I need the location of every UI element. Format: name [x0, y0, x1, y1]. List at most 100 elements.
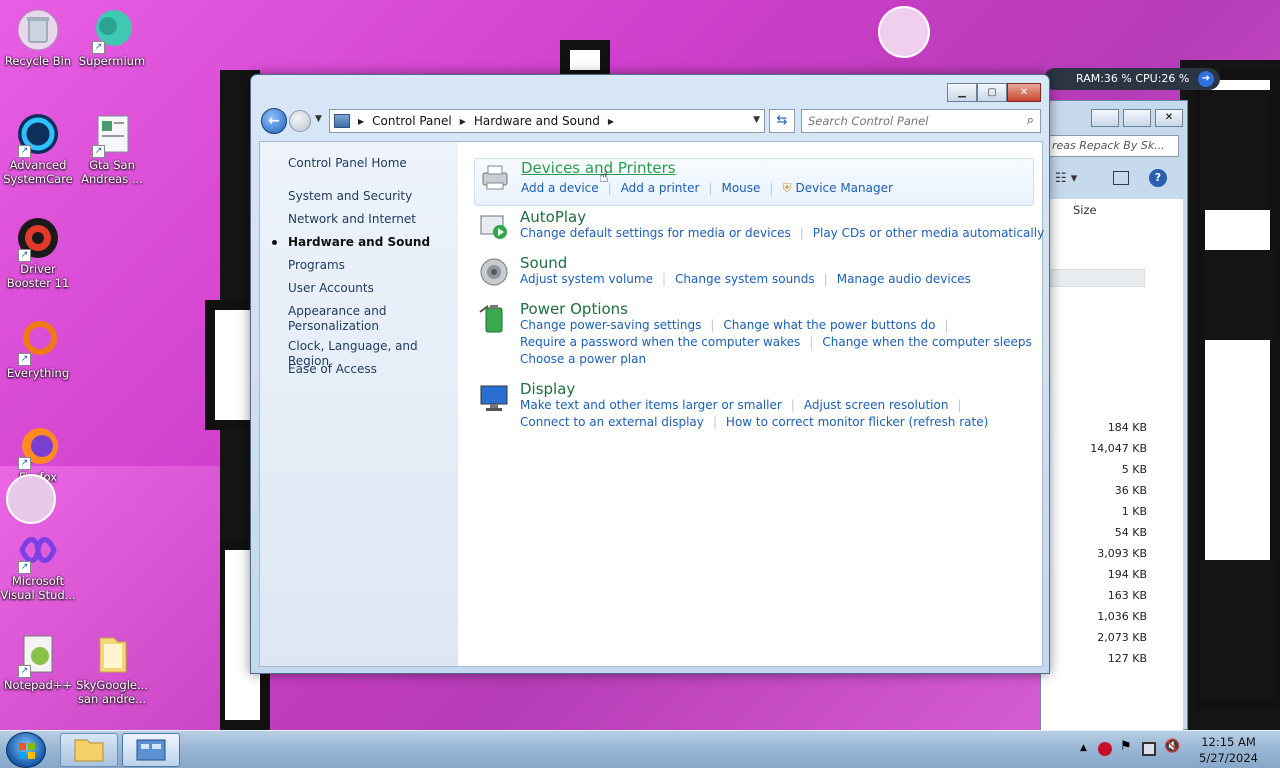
link-divider: |: [957, 398, 962, 412]
desktop-icon-everything[interactable]: ↗ Everything: [0, 320, 76, 380]
category-title[interactable]: AutoPlay: [520, 208, 586, 226]
link-add-a-printer[interactable]: Add a printer: [621, 181, 700, 196]
network-icon[interactable]: [1142, 742, 1156, 756]
breadcrumb-control-panel[interactable]: Control Panel: [372, 114, 452, 128]
link-connect-external-display[interactable]: Connect to an external display: [520, 415, 704, 429]
sidebar-item-network-and-internet[interactable]: Network and Internet: [288, 212, 453, 227]
link-change-default-settings[interactable]: Change default settings for media or dev…: [520, 226, 791, 240]
link-choose-power-plan[interactable]: Choose a power plan: [520, 352, 646, 366]
background-explorer-window[interactable]: ✕ reas Repack By Sk... ☷ ▾ ? Size 184 KB…: [1040, 100, 1188, 731]
category-power-options[interactable]: Power Options Change power-saving settin…: [474, 300, 1045, 374]
chevron-right-icon[interactable]: ▶: [460, 117, 466, 126]
file-size-cell: 194 KB: [1107, 568, 1147, 581]
address-dropdown[interactable]: ▼: [753, 115, 760, 125]
chevron-right-icon[interactable]: ▶: [608, 117, 614, 126]
antivirus-icon[interactable]: [1098, 742, 1112, 756]
search-icon[interactable]: ⌕: [1027, 113, 1034, 128]
desktop-icon-label: Recycle Bin: [4, 54, 72, 68]
address-bar[interactable]: ▶ Control Panel ▶ Hardware and Sound ▶ ▼: [329, 109, 765, 133]
link-add-a-device[interactable]: Add a device: [521, 181, 599, 196]
monitor-icon: [478, 382, 510, 414]
link-manage-audio-devices[interactable]: Manage audio devices: [837, 272, 971, 286]
sidebar-item-programs[interactable]: Programs: [288, 258, 453, 273]
maximize-button[interactable]: [1123, 109, 1151, 127]
control-panel-window[interactable]: ▁ ▢ ✕ ← ▼ ▶ Control Panel ▶ Hardware and…: [250, 74, 1050, 674]
sidebar-item-user-accounts[interactable]: User Accounts: [288, 281, 453, 296]
close-button[interactable]: ✕: [1007, 83, 1041, 102]
link-divider: |: [944, 318, 949, 332]
category-list: Devices and Printers Add a device | Add …: [458, 142, 1045, 666]
volume-muted-icon[interactable]: 🔇: [1164, 739, 1180, 754]
preview-pane-icon[interactable]: [1113, 171, 1129, 185]
sidebar-item-hardware-and-sound[interactable]: Hardware and Sound: [288, 235, 453, 250]
column-header-size[interactable]: Size: [1073, 203, 1097, 217]
sidebar-item-appearance[interactable]: Appearance and Personalization: [288, 304, 408, 334]
link-make-text-larger[interactable]: Make text and other items larger or smal…: [520, 398, 782, 412]
search-box[interactable]: ⌕: [801, 109, 1041, 133]
speaker-icon: [478, 256, 510, 288]
sidebar-item-ease-of-access[interactable]: Ease of Access: [288, 362, 453, 377]
arrow-right-icon[interactable]: ➔: [1198, 71, 1214, 87]
desktop-icon-driver-booster[interactable]: ↗ Driver Booster 11: [0, 216, 76, 290]
system-monitor-widget[interactable]: RAM:36 % CPU:26 % ➔: [1044, 68, 1220, 90]
link-change-when-computer-sleeps[interactable]: Change when the computer sleeps: [822, 335, 1031, 349]
link-monitor-flicker[interactable]: How to correct monitor flicker (refresh …: [726, 415, 988, 429]
back-button[interactable]: ←: [261, 108, 287, 134]
view-options-icon[interactable]: ☷ ▾: [1055, 171, 1077, 186]
link-device-manager[interactable]: Device Manager: [795, 181, 892, 196]
action-center-flag-icon[interactable]: ⚑: [1120, 739, 1134, 754]
link-change-power-buttons[interactable]: Change what the power buttons do: [723, 318, 935, 332]
category-title[interactable]: Sound: [520, 254, 567, 272]
system-tray: ▲ ⚑ 🔇 12:15 AM 5/27/2024: [1070, 731, 1280, 768]
category-links: Connect to an external display | How to …: [520, 415, 988, 429]
shortcut-arrow-icon: ↗: [18, 665, 31, 678]
window-controls: ✕: [1091, 109, 1183, 127]
link-mouse[interactable]: Mouse: [721, 181, 760, 196]
link-change-power-saving-settings[interactable]: Change power-saving settings: [520, 318, 701, 332]
taskbar-control-panel-button[interactable]: [122, 733, 180, 767]
start-button[interactable]: [6, 732, 46, 768]
desktop-icon-notepad-plus-plus[interactable]: ↗ Notepad++: [0, 632, 76, 692]
gamer-badge-icon: [878, 6, 930, 58]
notepad-plus-plus-icon: ↗: [16, 632, 60, 678]
desktop-icon-advanced-systemcare[interactable]: ↗ Advanced SystemCare: [0, 112, 76, 186]
help-icon[interactable]: ?: [1149, 169, 1167, 187]
category-title[interactable]: Power Options: [520, 300, 628, 318]
clock[interactable]: 12:15 AM 5/27/2024: [1199, 734, 1258, 766]
forward-button[interactable]: [289, 110, 311, 132]
control-panel-icon: [136, 739, 166, 761]
minimize-button[interactable]: ▁: [947, 83, 977, 102]
link-change-system-sounds[interactable]: Change system sounds: [675, 272, 815, 286]
category-display[interactable]: Display Make text and other items larger…: [474, 380, 1034, 436]
sidebar-item-system-and-security[interactable]: System and Security: [288, 189, 453, 204]
minimize-button[interactable]: [1091, 109, 1119, 127]
link-play-cds[interactable]: Play CDs or other media automatically: [813, 226, 1044, 240]
taskbar-explorer-button[interactable]: [60, 733, 118, 767]
category-autoplay[interactable]: AutoPlay Change default settings for med…: [474, 208, 1044, 248]
breadcrumb-hardware-and-sound[interactable]: Hardware and Sound: [474, 114, 600, 128]
sidebar-item-control-panel-home[interactable]: Control Panel Home: [288, 156, 453, 171]
refresh-button[interactable]: ⇆: [769, 109, 795, 133]
desktop-icon-gta-san-andreas[interactable]: ↗ Gta San Andreas ...: [74, 112, 150, 186]
shortcut-arrow-icon: ↗: [92, 145, 105, 158]
category-devices-and-printers[interactable]: Devices and Printers Add a device | Add …: [474, 158, 1034, 206]
link-adjust-screen-resolution[interactable]: Adjust screen resolution: [804, 398, 949, 412]
category-title[interactable]: Display: [520, 380, 575, 398]
chevron-right-icon[interactable]: ▶: [358, 117, 364, 126]
link-require-password-on-wake[interactable]: Require a password when the computer wak…: [520, 335, 800, 349]
shield-icon: ⛨: [782, 181, 792, 195]
desktop-icon-recycle-bin[interactable]: Recycle Bin: [0, 8, 76, 68]
show-hidden-icons-button[interactable]: ▲: [1080, 743, 1094, 757]
close-button[interactable]: ✕: [1155, 109, 1183, 127]
desktop-icon-supermium[interactable]: ↗ Supermium: [74, 8, 150, 68]
search-input[interactable]: [802, 110, 1014, 132]
window-controls: ▁ ▢ ✕: [947, 83, 1041, 102]
link-adjust-system-volume[interactable]: Adjust system volume: [520, 272, 653, 286]
desktop-icon-folder[interactable]: SkyGoogle... san andre...: [74, 632, 150, 706]
recent-pages-dropdown[interactable]: ▼: [315, 114, 322, 124]
maximize-button[interactable]: ▢: [977, 83, 1007, 102]
desktop-icon-visual-studio[interactable]: ↗ Microsoft Visual Stud...: [0, 528, 76, 602]
desktop-icon-label: Notepad++: [3, 678, 73, 692]
background-search-input[interactable]: reas Repack By Sk...: [1047, 135, 1179, 157]
category-sound[interactable]: Sound Adjust system volume | Change syst…: [474, 254, 1034, 294]
